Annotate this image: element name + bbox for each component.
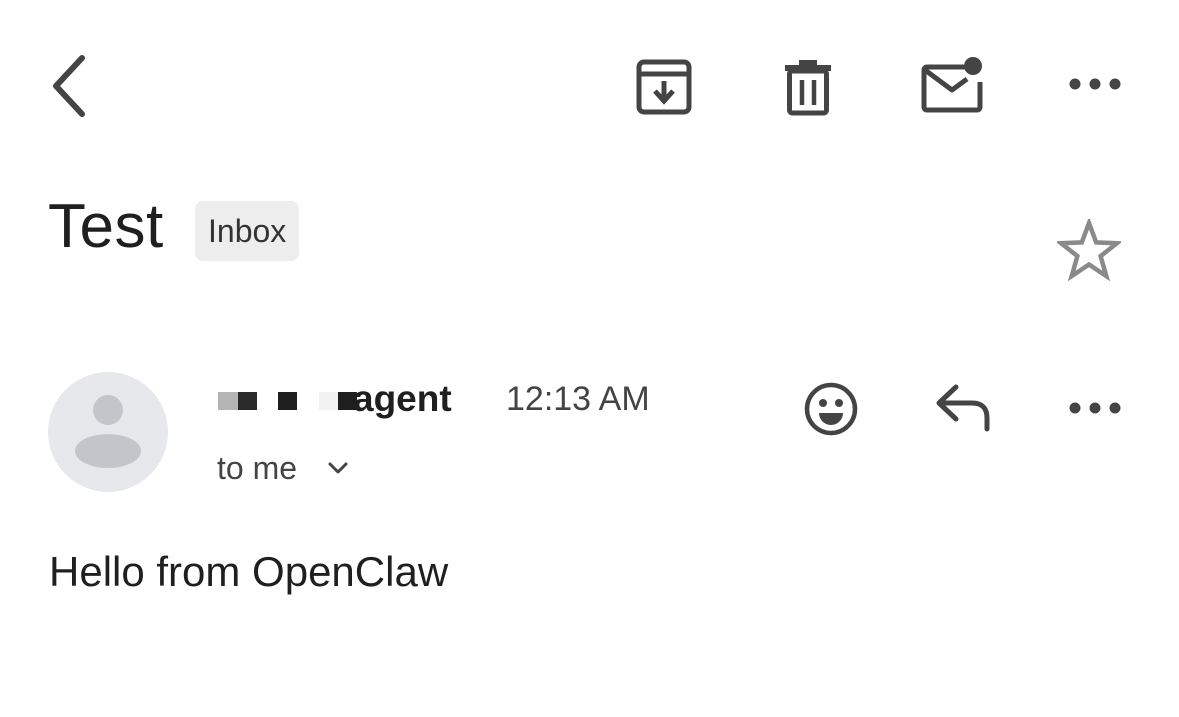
- message-body: Hello from OpenClaw: [49, 548, 449, 595]
- trash-icon: [785, 60, 831, 116]
- chevron-left-icon: [53, 55, 85, 117]
- person-avatar-icon: [75, 395, 141, 468]
- message-more-button[interactable]: [1060, 380, 1130, 436]
- archive-icon: [636, 59, 692, 115]
- inbox-label-chip[interactable]: Inbox: [195, 201, 300, 261]
- reply-button[interactable]: [930, 378, 996, 438]
- recipients-toggle[interactable]: to me: [217, 443, 349, 493]
- redacted-block: [278, 392, 297, 410]
- add-reaction-button[interactable]: [798, 376, 864, 442]
- mail-unread-icon: [921, 57, 983, 113]
- more-horizontal-icon: [1069, 78, 1121, 90]
- redacted-block: [297, 392, 319, 410]
- recipients-label: to me: [217, 450, 298, 486]
- redacted-block: [218, 392, 238, 410]
- star-button[interactable]: [1052, 214, 1126, 286]
- message-time: 12:13 AM: [506, 380, 650, 418]
- more-options-button[interactable]: [1060, 56, 1130, 112]
- chevron-down-icon: [327, 461, 349, 475]
- reply-icon: [936, 384, 990, 432]
- delete-button[interactable]: [772, 52, 844, 122]
- mark-unread-button[interactable]: [912, 48, 992, 120]
- redacted-block: [257, 392, 278, 410]
- more-horizontal-icon: [1069, 402, 1121, 414]
- redacted-block: [238, 392, 257, 410]
- email-subject: Test: [48, 192, 164, 261]
- sender-name-row: agent: [218, 374, 452, 424]
- star-outline-icon: [1057, 219, 1121, 281]
- sender-name: agent: [353, 378, 452, 419]
- redacted-block: [319, 392, 338, 410]
- emoji-reaction-icon: [804, 382, 858, 436]
- sender-avatar[interactable]: [48, 372, 168, 492]
- archive-button[interactable]: [628, 52, 700, 122]
- back-button[interactable]: [36, 46, 100, 126]
